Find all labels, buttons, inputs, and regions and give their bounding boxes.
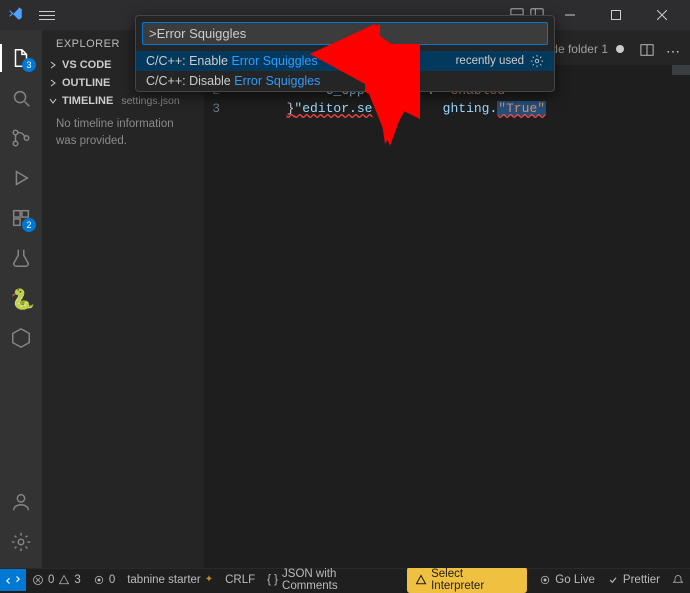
status-tabnine[interactable]: tabnine starter ✦ bbox=[121, 569, 219, 590]
activity-run-debug[interactable] bbox=[0, 158, 42, 198]
editor-more-button[interactable]: ⋯ bbox=[660, 35, 686, 65]
activity-extensions[interactable]: 2 bbox=[0, 198, 42, 238]
status-ports[interactable]: 0 bbox=[87, 569, 121, 590]
activity-bar: 3 2 🐍 bbox=[0, 30, 42, 568]
tabnine-stars-icon: ✦ bbox=[205, 574, 213, 585]
window-close-button[interactable] bbox=[642, 0, 682, 30]
sidebar-title: EXPLORER bbox=[42, 30, 134, 56]
line-number-gutter: 1 2 3 bbox=[204, 65, 232, 568]
status-go-live[interactable]: Go Live bbox=[533, 569, 601, 590]
vscode-logo-icon bbox=[8, 6, 23, 24]
status-errors-warnings[interactable]: 0 3 bbox=[26, 569, 87, 590]
status-select-interpreter[interactable]: Select Interpreter bbox=[401, 569, 533, 590]
window-minimize-button[interactable] bbox=[550, 0, 590, 30]
code-content[interactable]: { "C_Cpp......s": "enabled" }"editor.sen… bbox=[232, 65, 690, 568]
timeline-filename: settings.json bbox=[121, 95, 179, 107]
status-eol[interactable]: CRLF bbox=[219, 569, 261, 590]
editor-body[interactable]: 1 2 3 { "C_Cpp......s": "enabled" }"edit… bbox=[204, 65, 690, 568]
status-bar: 0 3 0 tabnine starter ✦ CRLF { } JSON wi… bbox=[0, 568, 690, 590]
activity-accounts[interactable] bbox=[0, 482, 42, 522]
explorer-sidebar: EXPLORER ⋯ VS CODE OUTLINE TIMELINE sett… bbox=[42, 30, 204, 568]
tab-dirty-indicator bbox=[616, 45, 624, 53]
window-maximize-button[interactable] bbox=[596, 0, 636, 30]
section-outline-label: OUTLINE bbox=[62, 77, 110, 89]
gear-icon[interactable] bbox=[530, 54, 544, 68]
menu-hamburger-icon[interactable] bbox=[35, 7, 59, 24]
section-timeline-label: TIMELINE bbox=[62, 95, 113, 107]
section-vscode-label: VS CODE bbox=[62, 59, 112, 71]
status-language-mode[interactable]: { } JSON with Comments bbox=[261, 569, 401, 590]
recently-used-label: recently used bbox=[456, 55, 524, 67]
explorer-badge: 3 bbox=[22, 58, 36, 72]
remote-indicator[interactable] bbox=[0, 569, 26, 591]
editor-area: de folder 1 ⋯ 1 2 3 { "C_Cpp......s": "e… bbox=[204, 30, 690, 568]
activity-python-env[interactable]: 🐍 bbox=[0, 278, 42, 318]
activity-search[interactable] bbox=[0, 78, 42, 118]
activity-settings[interactable] bbox=[0, 522, 42, 562]
minimap-indicator bbox=[672, 65, 690, 75]
activity-explorer[interactable]: 3 bbox=[0, 38, 42, 78]
split-editor-button[interactable] bbox=[634, 35, 660, 65]
timeline-empty-message: No timeline information was provided. bbox=[42, 110, 204, 155]
activity-source-control[interactable] bbox=[0, 118, 42, 158]
extensions-badge: 2 bbox=[22, 218, 36, 232]
activity-testing[interactable] bbox=[0, 238, 42, 278]
status-prettier[interactable]: Prettier bbox=[601, 569, 666, 590]
editor-tab-label: de folder 1 bbox=[551, 42, 608, 56]
status-notifications[interactable] bbox=[666, 569, 690, 590]
activity-extra[interactable] bbox=[0, 318, 42, 358]
annotation-red-arrow-icon bbox=[310, 24, 430, 154]
section-timeline[interactable]: TIMELINE settings.json bbox=[42, 92, 204, 110]
